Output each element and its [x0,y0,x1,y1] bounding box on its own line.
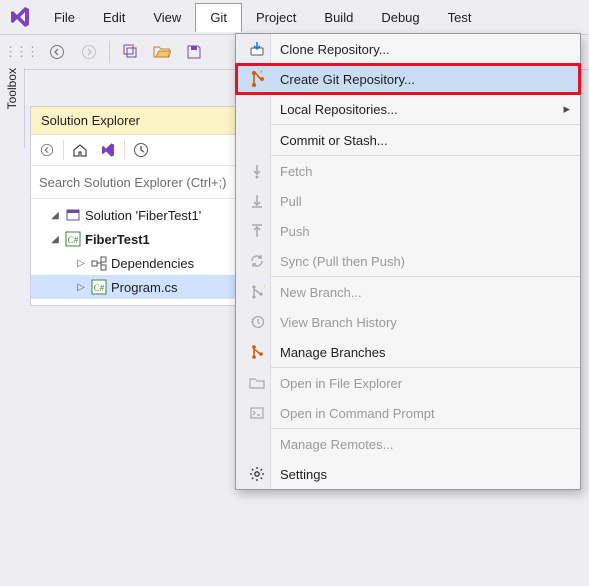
menu-git[interactable]: Git [195,3,242,32]
menu-label: Fetch [270,164,313,179]
git-commit-or-stash[interactable]: Commit or Stash... [236,125,580,155]
visual-studio-logo-icon [8,5,32,29]
git-local-repositories[interactable]: Local Repositories... [236,94,580,124]
clone-repo-icon [244,40,270,58]
sync-icon [244,253,270,269]
new-project-button[interactable] [116,39,144,65]
save-button[interactable] [180,39,208,65]
expander-icon: ◢ [49,234,61,245]
dependencies-icon [91,255,107,271]
menu-label: Local Repositories... [270,102,398,117]
menu-label: Settings [270,467,327,482]
menu-label: Manage Remotes... [270,437,393,452]
csharp-file-icon: C# [91,279,107,295]
se-switch-views-button[interactable] [96,138,120,162]
solution-explorer-search[interactable]: Search Solution Explorer (Ctrl+;) [31,166,235,199]
git-manage-branches[interactable]: Manage Branches [236,337,580,367]
git-push[interactable]: Push [236,216,580,246]
se-separator [124,140,125,160]
menu-file[interactable]: File [40,4,89,31]
solution-label: Solution 'FiberTest1' [85,208,201,223]
menu-label: View Branch History [270,315,397,330]
menu-debug[interactable]: Debug [367,4,433,31]
se-home-button[interactable] [68,138,92,162]
solution-icon [65,207,81,223]
git-sync[interactable]: Sync (Pull then Push) [236,246,580,276]
svg-text:C#: C# [68,235,79,245]
git-new-branch[interactable]: ✦ New Branch... [236,277,580,307]
git-view-branch-history[interactable]: View Branch History [236,307,580,337]
menu-label: Open in File Explorer [270,376,402,391]
menu-label: Push [270,224,310,239]
manage-branches-icon [244,344,270,360]
solution-explorer-title: Solution Explorer [31,107,235,135]
expander-icon: ◢ [49,210,61,221]
gear-icon [244,466,270,482]
solution-tree: ◢ Solution 'FiberTest1' ◢ C# FiberTest1 … [31,199,235,305]
toolbox-label: Toolbox [5,68,19,115]
visual-studio-window: File Edit View Git Project Build Debug T… [0,0,589,586]
svg-text:C#: C# [94,283,105,293]
dependencies-node[interactable]: ▷ Dependencies [31,251,235,275]
se-back-button[interactable] [35,138,59,162]
toolbar-separator [109,41,110,63]
menu-label: New Branch... [270,285,362,300]
git-fetch[interactable]: Fetch [236,156,580,186]
expander-icon: ▷ [75,258,87,269]
csharp-project-icon: C# [65,231,81,247]
history-icon [244,314,270,330]
nav-forward-button[interactable] [75,39,103,65]
menu-label: Commit or Stash... [270,133,388,148]
menu-build[interactable]: Build [310,4,367,31]
git-open-in-file-explorer[interactable]: Open in File Explorer [236,368,580,398]
menu-test[interactable]: Test [434,4,486,31]
file-node-program[interactable]: ▷ C# Program.cs [31,275,235,299]
menu-label: Pull [270,194,302,209]
create-repo-icon [244,70,270,88]
fetch-icon [244,163,270,179]
folder-icon [244,375,270,391]
push-icon [244,223,270,239]
se-separator [63,140,64,160]
expander-icon: ▷ [75,282,87,293]
toolbox-tab[interactable]: Toolbox [0,68,25,148]
menu-label: Open in Command Prompt [270,406,435,421]
menubar: File Edit View Git Project Build Debug T… [0,0,589,35]
project-node[interactable]: ◢ C# FiberTest1 [31,227,235,251]
project-label: FiberTest1 [85,232,150,247]
git-settings[interactable]: Settings [236,459,580,489]
se-pending-changes-button[interactable] [129,138,153,162]
menu-label: Manage Branches [270,345,386,360]
svg-text:✦: ✦ [262,284,265,291]
pull-icon [244,193,270,209]
git-manage-remotes[interactable]: Manage Remotes... [236,429,580,459]
git-clone-repository[interactable]: Clone Repository... [236,34,580,64]
menu-label: Clone Repository... [270,42,390,57]
menu-project[interactable]: Project [242,4,310,31]
git-menu-dropdown: Clone Repository... Create Git Repositor… [235,33,581,490]
solution-explorer-toolbar [31,135,235,166]
git-open-in-command-prompt[interactable]: Open in Command Prompt [236,398,580,428]
nav-back-button[interactable] [43,39,71,65]
git-create-repository[interactable]: Create Git Repository... [236,64,580,94]
new-branch-icon: ✦ [244,284,270,300]
toolbar-grip-icon: ⋮⋮⋮ [4,44,37,60]
open-file-button[interactable] [148,39,176,65]
git-pull[interactable]: Pull [236,186,580,216]
menu-label: Create Git Repository... [270,72,415,87]
file-label: Program.cs [111,280,177,295]
menu-edit[interactable]: Edit [89,4,139,31]
menu-label: Sync (Pull then Push) [270,254,405,269]
solution-node[interactable]: ◢ Solution 'FiberTest1' [31,203,235,227]
solution-explorer-panel: Solution Explorer Search Solution Explor… [30,106,236,306]
menu-view[interactable]: View [139,4,195,31]
terminal-icon [244,405,270,421]
dependencies-label: Dependencies [111,256,194,271]
